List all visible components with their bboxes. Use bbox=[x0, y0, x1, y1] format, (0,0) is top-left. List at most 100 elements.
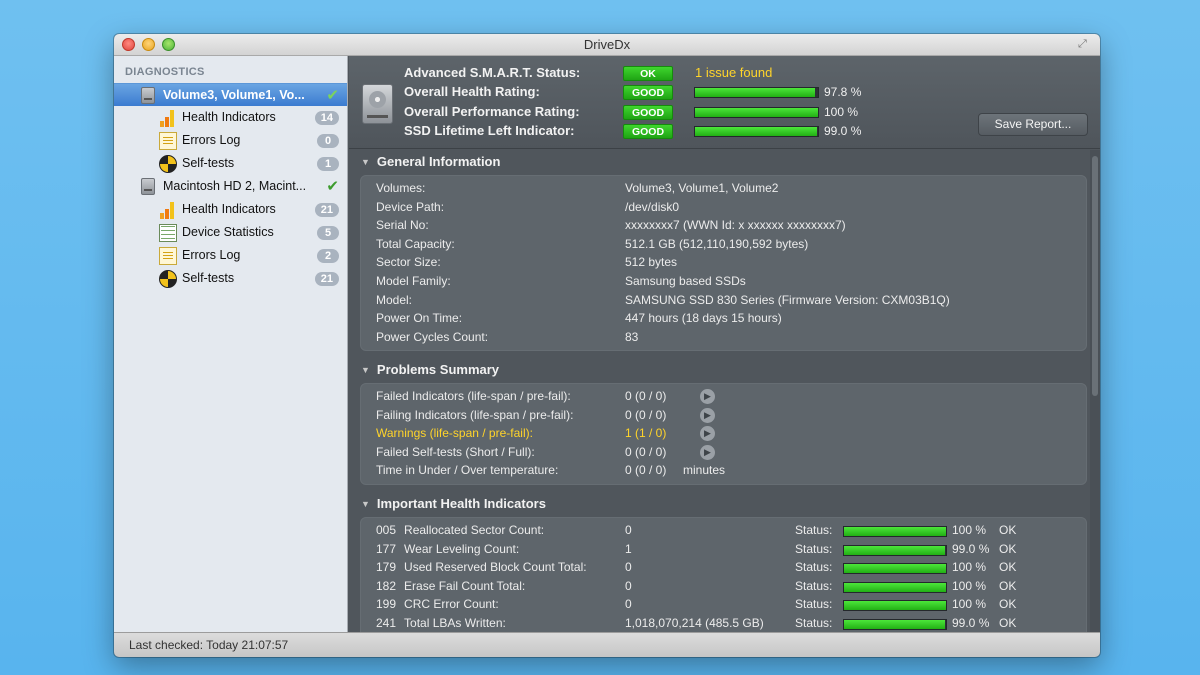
status-label: Status: bbox=[795, 560, 833, 575]
info-label: Power Cycles Count: bbox=[376, 329, 489, 344]
indicator-label: CRC Error Count: bbox=[404, 597, 499, 612]
scrollbar-thumb[interactable] bbox=[1092, 156, 1098, 396]
scrollbar[interactable] bbox=[1090, 150, 1100, 632]
window-title: DriveDx bbox=[583, 37, 631, 52]
checkmark-icon: ✔ bbox=[326, 87, 339, 104]
section-title: Problems Summary bbox=[376, 362, 500, 377]
info-label: Sector Size: bbox=[376, 255, 441, 270]
sidebar-item-self-tests[interactable]: Self-tests 21 bbox=[114, 267, 347, 290]
health-indicators-header[interactable]: ▼ Important Health Indicators bbox=[361, 496, 546, 511]
indicator-id: 241 bbox=[376, 616, 397, 630]
indicator-name: 179 Used Reserved Block Count Total: bbox=[376, 560, 587, 574]
info-value: xxxxxxxx7 (WWN Id: x xxxxxx xxxxxxxx7) bbox=[625, 218, 846, 233]
sidebar-item-label: Errors Log bbox=[182, 133, 241, 147]
indicator-percent: 99.0 % bbox=[952, 541, 990, 556]
sidebar-drive-volume3[interactable]: Volume3, Volume1, Vo... ✔ bbox=[114, 83, 347, 106]
indicator-name: 199 CRC Error Count: bbox=[376, 597, 499, 611]
status-label: Status: bbox=[795, 541, 833, 556]
count-badge: 14 bbox=[314, 111, 339, 125]
go-arrow-icon[interactable]: ▶ bbox=[700, 407, 715, 423]
disclosure-triangle-icon[interactable]: ▼ bbox=[361, 365, 370, 375]
section-title: Important Health Indicators bbox=[376, 496, 546, 511]
indicator-label: Reallocated Sector Count: bbox=[404, 523, 545, 537]
indicator-name: 177 Wear Leveling Count: bbox=[376, 542, 519, 556]
count-badge: 2 bbox=[317, 249, 339, 263]
indicator-id: 005 bbox=[376, 523, 397, 537]
smart-issue-text[interactable]: 1 issue found bbox=[695, 65, 772, 80]
sidebar-item-errors-log[interactable]: Errors Log 2 bbox=[114, 244, 347, 267]
status-label: Status: bbox=[795, 616, 833, 630]
indicator-bar bbox=[843, 581, 947, 593]
ssd-lifetime-label: SSD Lifetime Left Indicator: bbox=[404, 123, 575, 138]
details-scroll-area[interactable]: ▼ General Information Volumes: Volume3, Vo… bbox=[349, 150, 1090, 632]
sidebar-item-label: Health Indicators bbox=[182, 110, 276, 124]
indicator-bar-fill bbox=[844, 582, 946, 592]
problem-value: 1 (1 / 0) bbox=[625, 426, 667, 441]
indicator-bar bbox=[843, 600, 947, 612]
indicator-value: 0 bbox=[625, 597, 632, 612]
disclosure-triangle-icon[interactable]: ▼ bbox=[361, 499, 370, 509]
sidebar-drive-label: Volume3, Volume1, Vo... bbox=[163, 88, 305, 102]
app-window: DriveDx ⤢ DIAGNOSTICS Volume3, Volume1, … bbox=[114, 34, 1100, 657]
sidebar-item-errors-log[interactable]: Errors Log 0 bbox=[114, 129, 347, 152]
info-value: Volume3, Volume1, Volume2 bbox=[625, 181, 779, 195]
indicator-id: 179 bbox=[376, 560, 397, 575]
go-arrow-icon[interactable]: ▶ bbox=[700, 426, 715, 442]
problem-label: Failing Indicators (life-span / pre-fail… bbox=[376, 407, 574, 422]
bar-chart-icon bbox=[159, 201, 177, 219]
status-label: Status: bbox=[795, 597, 833, 612]
problems-summary-header[interactable]: ▼ Problems Summary bbox=[361, 362, 499, 377]
info-value: SAMSUNG SSD 830 Series (Firmware Version… bbox=[625, 292, 950, 307]
disclosure-triangle-icon[interactable]: ▼ bbox=[361, 157, 370, 167]
indicator-value: 1,018,070,214 (485.5 GB) bbox=[625, 616, 764, 630]
health-rating-label: Overall Health Rating: bbox=[404, 84, 540, 99]
sidebar-item-health-indicators[interactable]: Health Indicators 14 bbox=[114, 106, 347, 129]
sidebar-item-label: Device Statistics bbox=[182, 225, 274, 239]
self-test-icon bbox=[159, 270, 177, 288]
indicator-name: 241 Total LBAs Written: bbox=[376, 616, 506, 630]
smart-status-badge: OK bbox=[623, 66, 673, 81]
sidebar-drive-label: Macintosh HD 2, Macint... bbox=[163, 179, 307, 193]
problem-value: 0 (0 / 0) bbox=[625, 463, 667, 478]
indicator-id: 177 bbox=[376, 541, 397, 556]
sidebar-item-health-indicators[interactable]: Health Indicators 21 bbox=[114, 198, 347, 221]
indicator-id: 182 bbox=[376, 578, 397, 593]
sidebar-item-label: Health Indicators bbox=[182, 202, 276, 216]
general-info-header[interactable]: ▼ General Information bbox=[361, 154, 500, 169]
last-checked-text: Last checked: Today 21:07:57 bbox=[129, 638, 289, 652]
ssd-lifetime-badge: GOOD bbox=[623, 124, 673, 139]
indicator-bar bbox=[843, 526, 947, 537]
indicator-label: Total LBAs Written: bbox=[404, 616, 506, 630]
indicator-percent: 100 % bbox=[952, 597, 987, 612]
info-label: Model: bbox=[376, 292, 413, 307]
indicator-percent: 100 % bbox=[952, 523, 987, 537]
indicator-percent: 100 % bbox=[952, 578, 987, 593]
indicator-ok: OK bbox=[999, 597, 1017, 612]
indicator-bar-fill bbox=[844, 620, 945, 629]
sidebar-item-self-tests[interactable]: Self-tests 1 bbox=[114, 152, 347, 175]
indicator-ok: OK bbox=[999, 523, 1017, 537]
indicator-bar-fill bbox=[844, 527, 946, 536]
hard-drive-icon bbox=[362, 84, 393, 124]
title-bar: DriveDx ⤢ bbox=[114, 34, 1100, 56]
performance-rating-bar-fill bbox=[695, 108, 818, 117]
problem-value: 0 (0 / 0) bbox=[625, 444, 667, 459]
bar-chart-icon bbox=[159, 109, 177, 127]
save-report-button[interactable]: Save Report... bbox=[978, 113, 1088, 136]
self-test-icon bbox=[159, 155, 177, 173]
status-label: Status: bbox=[795, 523, 833, 537]
checkmark-icon: ✔ bbox=[326, 178, 339, 195]
info-value: 83 bbox=[625, 329, 639, 344]
go-arrow-icon[interactable]: ▶ bbox=[700, 389, 715, 404]
sidebar-header: DIAGNOSTICS bbox=[125, 66, 205, 78]
sidebar-item-device-statistics[interactable]: Device Statistics 5 bbox=[114, 221, 347, 244]
go-arrow-icon[interactable]: ▶ bbox=[700, 444, 715, 460]
fullscreen-icon[interactable]: ⤢ bbox=[1078, 38, 1092, 52]
info-label: Volumes: bbox=[376, 181, 426, 195]
sidebar: DIAGNOSTICS Volume3, Volume1, Vo... ✔ He… bbox=[114, 56, 348, 632]
indicator-value: 0 bbox=[625, 523, 632, 537]
sidebar-drive-macintosh-hd-2[interactable]: Macintosh HD 2, Macint... ✔ bbox=[114, 175, 347, 198]
indicator-percent: 100 % bbox=[952, 560, 987, 575]
drive-icon bbox=[141, 178, 155, 195]
summary-panel: Advanced S.M.A.R.T. Status: OK 1 issue f… bbox=[349, 56, 1100, 149]
